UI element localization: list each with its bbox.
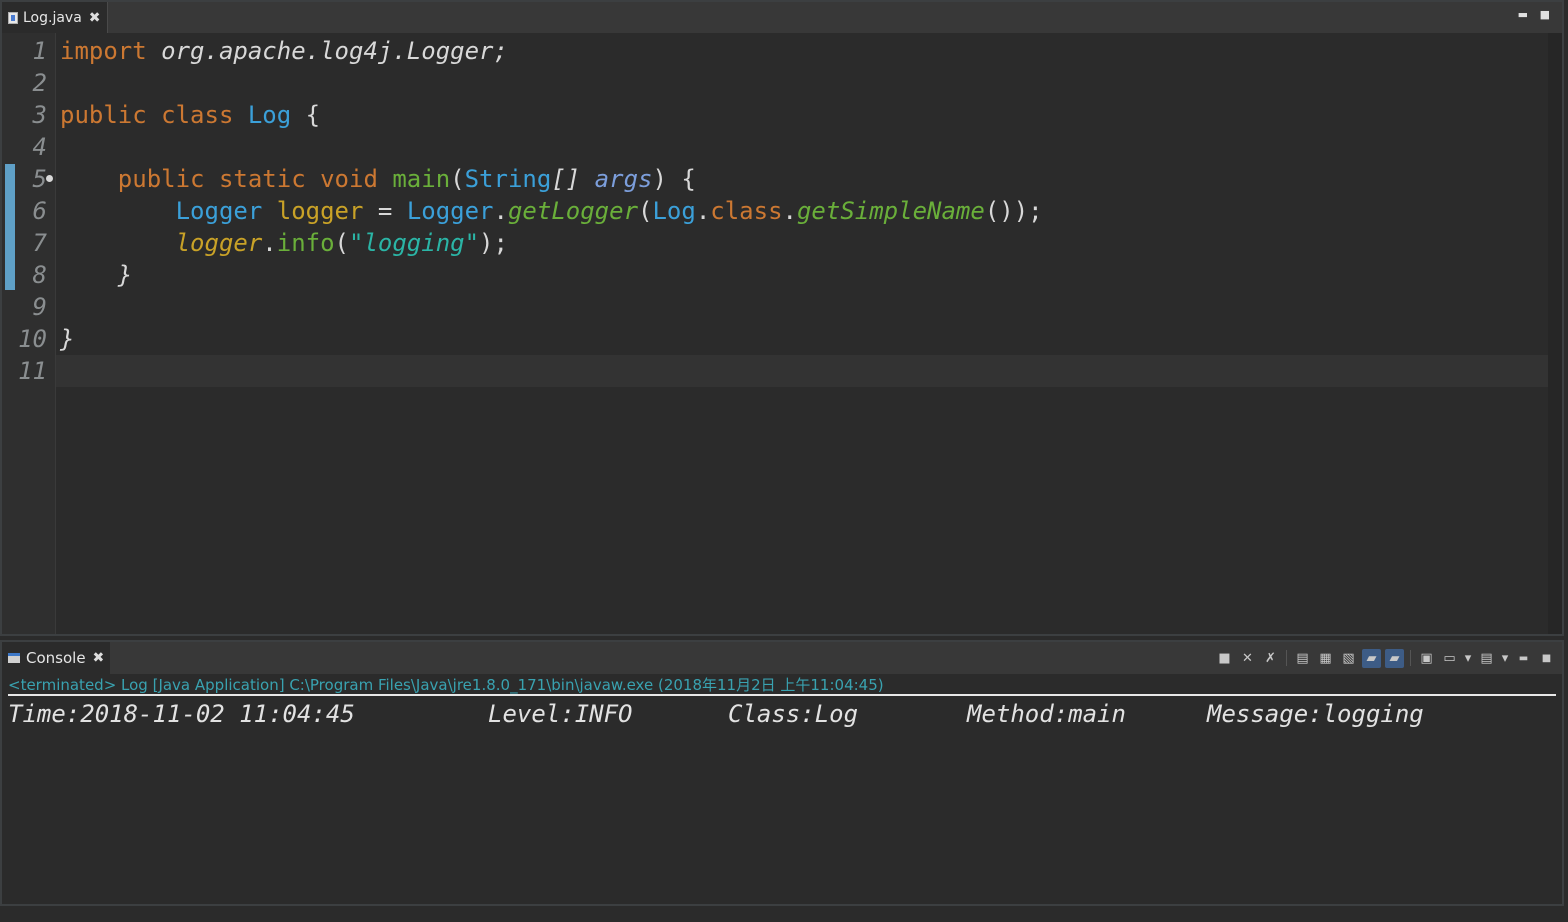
maximize-icon[interactable]: ■ [1537, 649, 1556, 668]
paren-brace: ) { [652, 165, 696, 193]
line-number: 1 [32, 37, 47, 65]
console-tab[interactable]: Console ✖ [2, 642, 111, 674]
display-selected-console-icon[interactable]: ▭ [1440, 649, 1459, 668]
variable-name: logger [175, 229, 263, 257]
line-number: 9 [32, 293, 47, 321]
editor-tab-log-java[interactable]: Log.java ✖ [2, 2, 108, 33]
line-number: 10 [18, 325, 47, 353]
keyword: void [305, 165, 378, 193]
operator: = [363, 197, 407, 225]
brace: { [291, 101, 321, 129]
minimize-icon[interactable]: ▬ [1518, 9, 1528, 20]
show-on-stderr-icon[interactable]: ▰ [1385, 648, 1404, 668]
line-number: 11 [18, 357, 47, 385]
method-name: info [276, 229, 335, 257]
code-line-1: import org.apache.log4j.Logger; [60, 35, 508, 67]
dropdown-chevron-icon[interactable]: ▾ [1463, 649, 1473, 668]
pin-console-icon[interactable]: ▣ [1417, 649, 1436, 668]
line-number-gutter: 1 2 3 4 5 6 7 8 9 10 11 [2, 33, 56, 634]
clear-console-icon[interactable]: ▤ [1293, 649, 1312, 668]
close-tab-icon[interactable]: ✖ [89, 10, 101, 26]
class-name: Log [652, 197, 696, 225]
code-line-7: logger.info("logging"); [60, 227, 508, 259]
toolbar-separator [1410, 650, 1411, 666]
keyword: class [146, 101, 234, 129]
code-editor[interactable]: 1 2 3 4 5 6 7 8 9 10 11 import org.apach… [2, 33, 1562, 634]
maximize-icon[interactable]: ■ [1540, 9, 1550, 20]
paren-end: ()); [984, 197, 1043, 225]
toolbar-separator [1286, 650, 1287, 666]
minimize-icon[interactable]: ▬ [1514, 649, 1533, 668]
paren: ( [450, 165, 465, 193]
open-console-icon[interactable]: ▤ [1477, 649, 1496, 668]
scroll-lock-icon[interactable]: ▦ [1316, 649, 1335, 668]
paren: ( [638, 197, 653, 225]
current-line-highlight [56, 355, 1548, 387]
output-level: Level:INFO [488, 700, 633, 728]
show-on-stdout-icon[interactable]: ▰ [1362, 648, 1381, 668]
code-line-6: Logger logger = Logger.getLogger(Log.cla… [60, 195, 1043, 227]
console-output[interactable]: Time:2018-11-02 11:04:45 Level:INFO Clas… [8, 698, 1424, 922]
paren-end: ); [479, 229, 508, 257]
type-name: Logger [175, 197, 263, 225]
keyword: public [117, 165, 205, 193]
output-method: Method:main [967, 700, 1126, 728]
dot: . [695, 197, 711, 225]
line-number: 4 [32, 133, 47, 161]
class-name: Logger [406, 197, 494, 225]
dropdown-chevron-icon[interactable]: ▾ [1500, 649, 1510, 668]
method-name: getLogger [507, 197, 639, 225]
editor-tab-label: Log.java [23, 9, 82, 26]
keyword: public [60, 101, 147, 129]
code-line-10: } [60, 325, 75, 353]
output-message: Message:logging [1207, 700, 1424, 728]
parameter-name: args [594, 165, 653, 193]
console-icon [8, 653, 20, 663]
remove-all-terminated-icon[interactable]: ✗ [1261, 649, 1280, 668]
terminate-icon[interactable]: ■ [1215, 649, 1234, 668]
console-pane: Console ✖ ■ ✕ ✗ ▤ ▦ ▧ ▰ ▰ ▣ ▭ ▾ ▤ ▾ ▬ ■ … [0, 640, 1564, 906]
dot: . [782, 197, 797, 225]
keyword: static [204, 165, 306, 193]
line-number: 7 [32, 229, 47, 257]
close-tab-icon[interactable]: ✖ [93, 650, 105, 666]
keyword: class [710, 197, 783, 225]
console-tab-bar: Console ✖ ■ ✕ ✗ ▤ ▦ ▧ ▰ ▰ ▣ ▭ ▾ ▤ ▾ ▬ ■ [2, 642, 1562, 674]
editor-tab-bar: Log.java ✖ ▬ ■ [2, 2, 1562, 34]
output-time: Time:2018-11-02 11:04:45 [8, 700, 355, 728]
variable-name: logger [262, 197, 364, 225]
package-name: org.apache.log4j.Logger; [146, 37, 508, 65]
line-number: 5 [32, 165, 47, 193]
dot: . [262, 229, 277, 257]
console-toolbar: ■ ✕ ✗ ▤ ▦ ▧ ▰ ▰ ▣ ▭ ▾ ▤ ▾ ▬ ■ [1215, 647, 1556, 669]
code-line-8: } [60, 261, 133, 289]
string-literal: "logging" [349, 229, 480, 257]
line-number: 8 [32, 261, 47, 289]
word-wrap-icon[interactable]: ▧ [1339, 649, 1358, 668]
array-brackets: [] [551, 165, 595, 193]
code-line-3: public class Log { [60, 99, 320, 131]
fold-marker-icon[interactable] [46, 175, 53, 182]
method-name: main [377, 165, 451, 193]
class-name: Log [233, 101, 292, 129]
line-number: 2 [32, 69, 47, 97]
method-name: getSimpleName [796, 197, 985, 225]
type-name: String [464, 165, 552, 193]
code-line-5: public static void main(String[] args) { [60, 163, 696, 195]
console-tab-label: Console [26, 649, 86, 667]
remove-launch-icon[interactable]: ✕ [1238, 649, 1257, 668]
line-number: 6 [32, 197, 47, 225]
line-number: 3 [32, 101, 47, 129]
paren: ( [334, 229, 349, 257]
launch-status-line: <terminated> Log [Java Application] C:\P… [8, 676, 1556, 696]
keyword: import [60, 37, 147, 65]
vertical-scrollbar[interactable] [1548, 33, 1562, 634]
editor-pane: Log.java ✖ ▬ ■ 1 2 3 4 5 6 7 8 9 10 11 i… [0, 0, 1564, 636]
dot: . [493, 197, 508, 225]
java-file-icon [8, 11, 18, 24]
output-class: Class:Log [728, 700, 859, 728]
